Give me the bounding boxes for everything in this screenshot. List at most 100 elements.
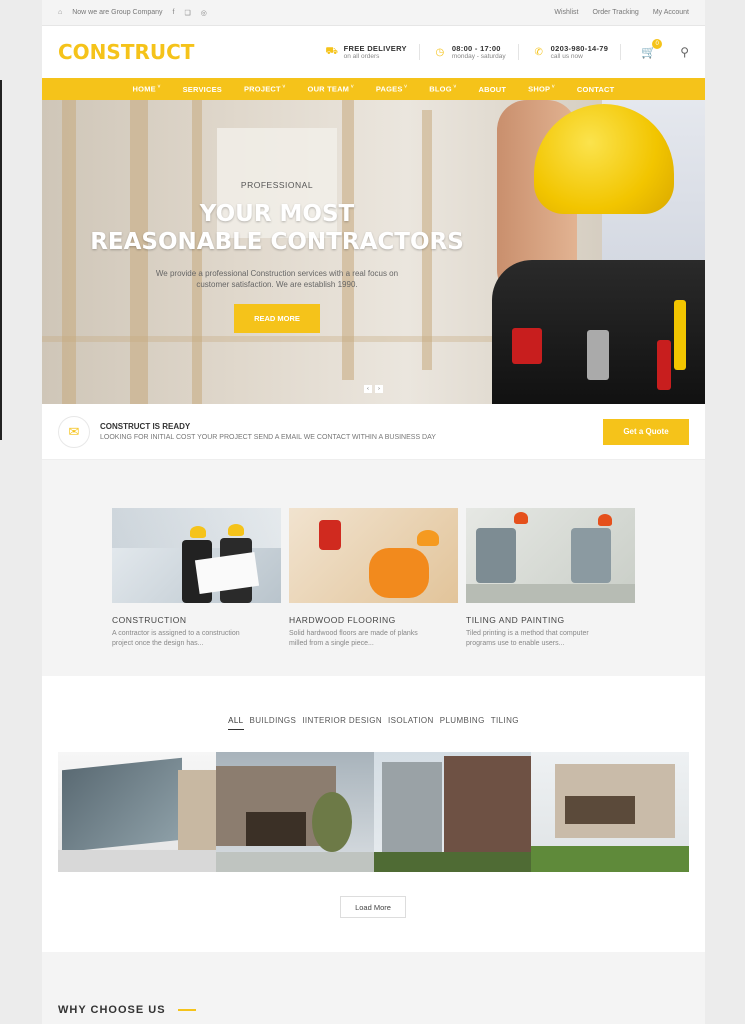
service-description: A contractor is assigned to a constructi… [112,630,240,647]
chevron-down-icon: ˅ [280,84,286,91]
clock-icon: ◷ [435,46,445,58]
project-image-townhouse[interactable] [373,752,532,872]
wishlist-link[interactable]: Wishlist [554,9,578,16]
hero-caption: PROFESSIONAL YOUR MOST REASONABLE CONTRA… [72,180,482,333]
service-title: HARDWOOD FLOORING [289,615,396,625]
nav-project[interactable]: PROJECT ˅ [244,84,286,94]
main-nav: HOME ˅ SERVICES PROJECT ˅ OUR TEAM ˅ PAG… [42,78,705,100]
hard-hat [417,530,439,546]
my-account-link[interactable]: My Account [653,9,689,16]
delivery-info: ⛟ FREE DELIVERY on all orders [325,44,420,60]
tab-interior-design[interactable]: IINTERIOR DESIGN [302,716,382,730]
tab-buildings[interactable]: BUILDINGS [250,716,297,730]
phone-number: 0203-980-14-79 [550,44,609,53]
get-quote-button[interactable]: Get a Quote [603,418,689,445]
chevron-down-icon: ˅ [349,84,354,91]
project-filter-tabs: ALL BUILDINGS IINTERIOR DESIGN ISOLATION… [42,716,705,730]
hedge [373,852,532,872]
hero-title-line-2: REASONABLE CONTRACTORS [90,229,464,255]
top-bar: ⌂ Now we are Group Company f ❑ ◎ Wishlis… [42,0,705,26]
quote-title: CONSTRUCT IS READY [100,422,191,431]
instagram-icon[interactable]: ◎ [201,9,207,17]
quote-bar: ✉ CONSTRUCT IS READY LOOKING FOR INITIAL… [42,404,705,460]
nav-home[interactable]: HOME ˅ [133,84,161,94]
project-gallery [58,752,689,872]
hero-tool [512,328,542,364]
hero-tool [587,330,609,380]
hero-tool [674,300,686,370]
chevron-down-icon: ˅ [451,84,457,91]
section-title: WHY CHOOSE US [58,1004,166,1016]
nav-services[interactable]: SERVICES [183,85,222,94]
nav-pages[interactable]: PAGES ˅ [376,84,407,94]
hero-desc-line-1: We provide a professional Construction s… [155,269,399,278]
nav-contact[interactable]: CONTACT [577,85,615,94]
project-image-villa[interactable] [531,752,689,872]
slider-controls: ‹ › [364,385,383,393]
project-image-modern-house[interactable] [215,752,374,872]
house-facade [381,762,442,862]
left-edge-line [0,80,2,440]
facebook-icon[interactable]: f [173,9,175,16]
worker-figure [319,520,341,550]
building-glass [62,757,182,853]
project-image-office[interactable] [58,752,216,872]
service-title: TILING AND PAINTING [466,615,565,625]
ground [58,850,216,872]
chevron-down-icon: ˅ [550,84,555,91]
service-card-hardwood[interactable]: HARDWOOD FLOORING Solid hardwood floors … [289,508,458,649]
read-more-button[interactable]: READ MORE [234,304,320,333]
tree [311,792,352,852]
logo[interactable]: CONSTRUCT [58,40,194,64]
hard-hat [514,512,528,524]
delivery-subtitle: on all orders [343,53,380,60]
worker-figure [369,548,429,598]
house-windows [565,796,636,824]
phone-icon: ✆ [534,46,543,58]
phone-subtitle: call us now [550,53,583,60]
tab-isolation[interactable]: ISOLATION [388,716,434,730]
order-tracking-link[interactable]: Order Tracking [593,9,639,16]
hours-subtitle: monday - saturday [451,53,506,60]
search-icon[interactable]: ⚲ [680,45,689,59]
tab-all[interactable]: ALL [228,716,244,730]
quote-text: LOOKING FOR INITIAL COST YOUR PROJECT SE… [100,434,436,441]
header: CONSTRUCT ⛟ FREE DELIVERY on all orders … [42,26,705,78]
nav-shop[interactable]: SHOP ˅ [528,84,555,94]
twitter-icon[interactable]: ❑ [184,9,190,17]
worker-figure [571,528,611,583]
cart-button[interactable]: 🛒 0 [641,39,663,59]
page: ⌂ Now we are Group Company f ❑ ◎ Wishlis… [42,0,705,1024]
hero-desc-line-2: customer satisfaction. We are establish … [196,280,358,289]
tab-plumbing[interactable]: PLUMBING [440,716,485,730]
title-underline-accent [178,1009,196,1011]
service-card-tiling[interactable]: TILING AND PAINTING Tiled printing is a … [466,508,635,649]
hero-pretitle: PROFESSIONAL [240,180,314,190]
delivery-title: FREE DELIVERY [343,44,407,53]
slider-next-button[interactable]: › [375,385,383,393]
hard-hat [228,524,244,536]
service-card-construction[interactable]: CONSTRUCTION A contractor is assigned to… [112,508,281,649]
load-more-button[interactable]: Load More [340,896,406,918]
hard-hat [598,514,612,526]
nav-blog[interactable]: BLOG ˅ [429,84,456,94]
hard-hat [190,526,206,538]
why-choose-us-section: WHY CHOOSE US [42,952,705,1024]
service-image [466,508,635,603]
tiled-floor [466,584,635,603]
cart-count-badge: 0 [652,39,663,49]
services-section: CONSTRUCTION A contractor is assigned to… [42,460,705,676]
slider-prev-button[interactable]: ‹ [364,385,372,393]
hero-title-line-1: YOUR MOST [199,201,355,227]
nav-about[interactable]: ABOUT [478,85,506,94]
ground [215,852,374,872]
lawn [531,846,689,872]
tab-tiling[interactable]: TILING [491,716,519,730]
house-windows [245,812,306,846]
chevron-down-icon: ˅ [402,84,408,91]
truck-icon: ⛟ [325,45,338,57]
nav-our-team[interactable]: OUR TEAM ˅ [308,84,354,94]
hero-tool [657,340,671,390]
hours-info: ◷ 08:00 - 17:00 monday - saturday [434,44,519,60]
hero-slider: PROFESSIONAL YOUR MOST REASONABLE CONTRA… [42,100,705,404]
